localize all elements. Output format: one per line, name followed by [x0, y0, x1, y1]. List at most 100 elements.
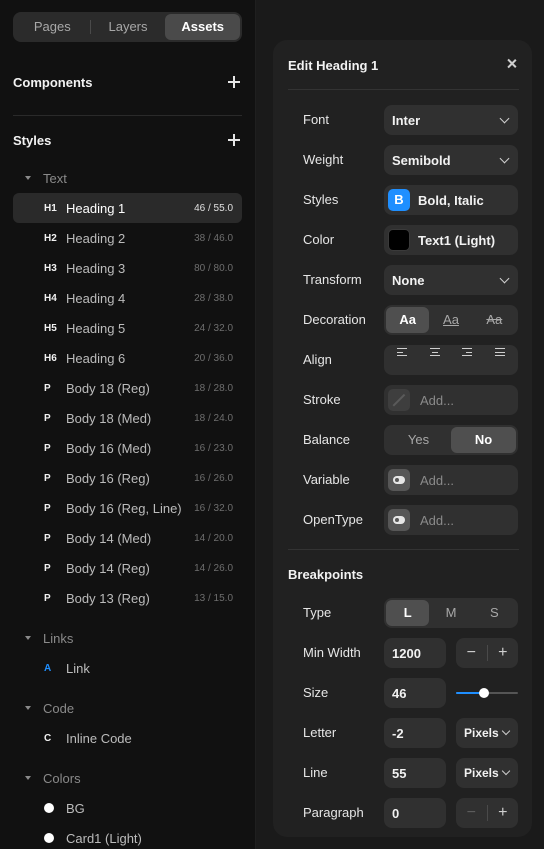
add-component-plus-icon[interactable] [228, 75, 242, 89]
chevron-down-icon [501, 726, 510, 736]
decrement-button[interactable]: − [456, 798, 487, 828]
align-right-button[interactable] [451, 347, 484, 373]
color-style-row[interactable]: Card1 (Light) [13, 823, 242, 849]
text-style-row[interactable]: P Body 18 (Med) 18 / 24.0 [13, 403, 242, 433]
letter-row: Letter -2 Pixels [273, 718, 532, 748]
align-left-button[interactable] [386, 347, 419, 373]
style-tag: H5 [44, 322, 57, 334]
text-style-row[interactable]: H1 Heading 1 46 / 55.0 [13, 193, 242, 223]
text-group-header[interactable]: Text [25, 168, 67, 188]
align-row: Align [273, 345, 532, 375]
slider-knob[interactable] [478, 688, 489, 698]
size-input[interactable]: 46 [384, 678, 446, 708]
min-width-row: Min Width 1200 − + [273, 638, 532, 668]
style-name: Body 13 (Reg) [66, 590, 150, 606]
align-right-icon [462, 348, 473, 357]
weight-value: Semibold [392, 152, 451, 168]
decrement-button[interactable]: − [456, 638, 487, 668]
style-size-meta: 18 / 24.0 [194, 412, 233, 424]
text-style-row[interactable]: P Body 16 (Reg, Line) 16 / 32.0 [13, 493, 242, 523]
align-justify-button[interactable] [484, 347, 517, 373]
decoration-strikethrough[interactable]: Aa [473, 307, 516, 333]
stroke-label: Stroke [303, 392, 341, 407]
opentype-add-field[interactable]: Add... [384, 505, 518, 535]
breakpoint-s[interactable]: S [473, 600, 516, 626]
breakpoint-m[interactable]: M [429, 600, 472, 626]
style-name: Card1 (Light) [66, 830, 142, 846]
tab-pages[interactable]: Pages [15, 14, 90, 40]
text-style-row[interactable]: H2 Heading 2 38 / 46.0 [13, 223, 242, 253]
caret-down-icon [25, 706, 31, 710]
style-name: BG [66, 800, 85, 816]
min-width-label: Min Width [303, 645, 361, 660]
size-slider[interactable] [456, 678, 518, 708]
variable-add-field[interactable]: Add... [384, 465, 518, 495]
opentype-row: OpenType Add... [273, 505, 532, 535]
text-style-row[interactable]: P Body 18 (Reg) 18 / 28.0 [13, 373, 242, 403]
colors-group-header[interactable]: Colors [25, 768, 81, 788]
transform-select[interactable]: None [384, 265, 518, 295]
text-style-row[interactable]: H5 Heading 5 24 / 32.0 [13, 313, 242, 343]
letter-label: Letter [303, 725, 337, 740]
decoration-underline[interactable]: Aa [429, 307, 472, 333]
letter-input[interactable]: -2 [384, 718, 446, 748]
text-style-row[interactable]: P Body 13 (Reg) 13 / 15.0 [13, 583, 242, 613]
letter-unit-select[interactable]: Pixels [456, 718, 518, 748]
variable-label: Variable [303, 472, 350, 487]
style-tag: P [44, 412, 51, 424]
stroke-add-field[interactable]: Add... [384, 385, 518, 415]
add-style-plus-icon[interactable] [228, 133, 242, 147]
text-style-row[interactable]: P Body 16 (Reg) 16 / 26.0 [13, 463, 242, 493]
balance-yes[interactable]: Yes [386, 427, 451, 453]
text-style-row[interactable]: H3 Heading 3 80 / 80.0 [13, 253, 242, 283]
breakpoint-type-segmented: L M S [384, 598, 518, 628]
weight-select[interactable]: Semibold [384, 145, 518, 175]
breakpoint-l[interactable]: L [386, 600, 430, 626]
line-input[interactable]: 55 [384, 758, 446, 788]
divider [13, 115, 242, 116]
paragraph-row: Paragraph 0 − + [273, 798, 532, 828]
align-justify-icon [494, 348, 505, 357]
opentype-placeholder: Add... [420, 512, 454, 528]
close-icon[interactable] [506, 58, 518, 70]
balance-no[interactable]: No [451, 427, 516, 453]
paragraph-label: Paragraph [303, 805, 364, 820]
color-picker[interactable]: Text1 (Light) [384, 225, 518, 255]
balance-segmented: Yes No [384, 425, 518, 455]
color-label: Color [303, 232, 335, 247]
styles-picker[interactable]: B Bold, Italic [384, 185, 518, 215]
decoration-none[interactable]: Aa [386, 307, 430, 333]
line-label: Line [303, 765, 328, 780]
style-size-meta: 38 / 46.0 [194, 232, 233, 244]
style-name: Heading 3 [66, 260, 126, 276]
color-style-row[interactable]: BG [13, 793, 242, 823]
size-label: Size [303, 685, 329, 700]
style-tag: H3 [44, 262, 57, 274]
variable-placeholder: Add... [420, 472, 454, 488]
text-style-row[interactable]: P Body 14 (Med) 14 / 20.0 [13, 523, 242, 553]
code-style-row[interactable]: C Inline Code [13, 723, 242, 753]
tab-layers[interactable]: Layers [91, 14, 166, 40]
tab-assets[interactable]: Assets [165, 14, 241, 40]
transform-row: Transform None [273, 265, 532, 295]
paragraph-input[interactable]: 0 [384, 798, 446, 828]
text-style-row[interactable]: P Body 16 (Med) 16 / 23.0 [13, 433, 242, 463]
increment-button[interactable]: + [488, 638, 519, 668]
balance-label: Balance [303, 432, 350, 447]
style-tag: H6 [44, 352, 57, 364]
text-style-row[interactable]: H4 Heading 4 28 / 38.0 [13, 283, 242, 313]
line-unit-select[interactable]: Pixels [456, 758, 518, 788]
align-center-button[interactable] [419, 347, 452, 373]
increment-button[interactable]: + [488, 798, 519, 828]
font-select[interactable]: Inter [384, 105, 518, 135]
text-style-row[interactable]: H6 Heading 6 20 / 36.0 [13, 343, 242, 373]
links-group-header[interactable]: Links [25, 628, 73, 648]
font-row: Font Inter [273, 105, 532, 135]
opentype-label: OpenType [303, 512, 363, 527]
code-group-label: Code [43, 700, 75, 716]
edit-style-panel: Edit Heading 1 Font Inter Weight Semibol… [273, 40, 532, 837]
text-style-row[interactable]: P Body 14 (Reg) 14 / 26.0 [13, 553, 242, 583]
link-style-row[interactable]: A Link [13, 653, 242, 683]
min-width-input[interactable]: 1200 [384, 638, 446, 668]
code-group-header[interactable]: Code [25, 698, 74, 718]
